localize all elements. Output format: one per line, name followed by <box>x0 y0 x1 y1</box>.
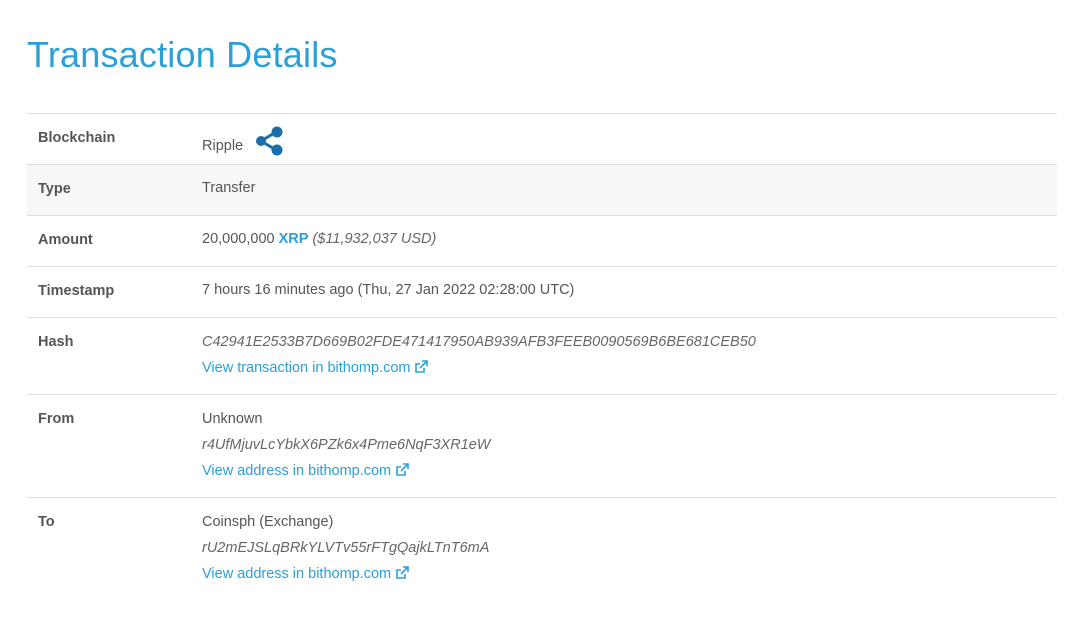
blockchain-row: Blockchain Ripple <box>27 113 1057 165</box>
type-value: Transfer <box>202 180 256 196</box>
view-to-address-link-text: View address in bithomp.com <box>202 566 392 582</box>
view-from-address-link[interactable]: View address in bithomp.com <box>202 463 409 479</box>
to-address: rU2mEJSLqBRkYLVTv55rFTgQajkLTnT6mA <box>202 540 490 556</box>
view-to-address-link[interactable]: View address in bithomp.com <box>202 566 409 582</box>
amount-number: 20,000,000 <box>202 231 275 247</box>
page-title: Transaction Details <box>27 34 338 75</box>
blockchain-value: Ripple <box>202 114 1057 165</box>
type-row: Type Transfer <box>27 164 1057 216</box>
view-transaction-link-text: View transaction in bithomp.com <box>202 360 411 376</box>
timestamp-row: Timestamp 7 hours 16 minutes ago (Thu, 2… <box>27 266 1057 318</box>
external-link-icon <box>395 566 409 585</box>
from-owner: Unknown <box>202 411 263 427</box>
blockchain-name: Ripple <box>202 137 244 154</box>
to-owner: Coinsph (Exchange) <box>202 514 334 530</box>
transaction-details-table: Blockchain Ripple Type Transfer Amount 2… <box>27 113 1057 608</box>
to-label: To <box>38 514 55 530</box>
ripple-icon <box>255 126 285 160</box>
hash-text: C42941E2533B7D669B02FDE471417950AB939AFB… <box>202 334 756 350</box>
amount-label: Amount <box>38 232 93 248</box>
to-row: To Coinsph (Exchange) rU2mEJSLqBRkYLVTv5… <box>27 497 1057 608</box>
hash-value: C42941E2533B7D669B02FDE471417950AB939AFB… <box>202 318 1057 395</box>
type-label: Type <box>38 181 71 197</box>
view-transaction-link[interactable]: View transaction in bithomp.com <box>202 360 429 379</box>
timestamp-label: Timestamp <box>38 283 115 299</box>
from-value: Unknown r4UfMjuvLcYbkX6PZk6x4Pme6NqF3XR1… <box>202 395 1057 498</box>
hash-label: Hash <box>38 334 74 350</box>
amount-usd: ($11,932,037 USD) <box>312 231 437 247</box>
from-label: From <box>38 411 75 427</box>
view-from-address-link-text: View address in bithomp.com <box>202 463 392 479</box>
amount-symbol: XRP <box>278 231 309 247</box>
to-value: Coinsph (Exchange) rU2mEJSLqBRkYLVTv55rF… <box>202 498 1057 608</box>
amount-row: Amount 20,000,000 XRP ($11,932,037 USD) <box>27 215 1057 267</box>
amount-value: 20,000,000 XRP ($11,932,037 USD) <box>202 216 1057 267</box>
from-address: r4UfMjuvLcYbkX6PZk6x4Pme6NqF3XR1eW <box>202 437 491 453</box>
from-row: From Unknown r4UfMjuvLcYbkX6PZk6x4Pme6Nq… <box>27 394 1057 498</box>
blockchain-label: Blockchain <box>38 130 116 146</box>
external-link-icon <box>395 463 409 482</box>
external-link-icon <box>414 360 429 379</box>
timestamp-value: 7 hours 16 minutes ago (Thu, 27 Jan 2022… <box>202 282 575 298</box>
hash-row: Hash C42941E2533B7D669B02FDE471417950AB9… <box>27 317 1057 395</box>
